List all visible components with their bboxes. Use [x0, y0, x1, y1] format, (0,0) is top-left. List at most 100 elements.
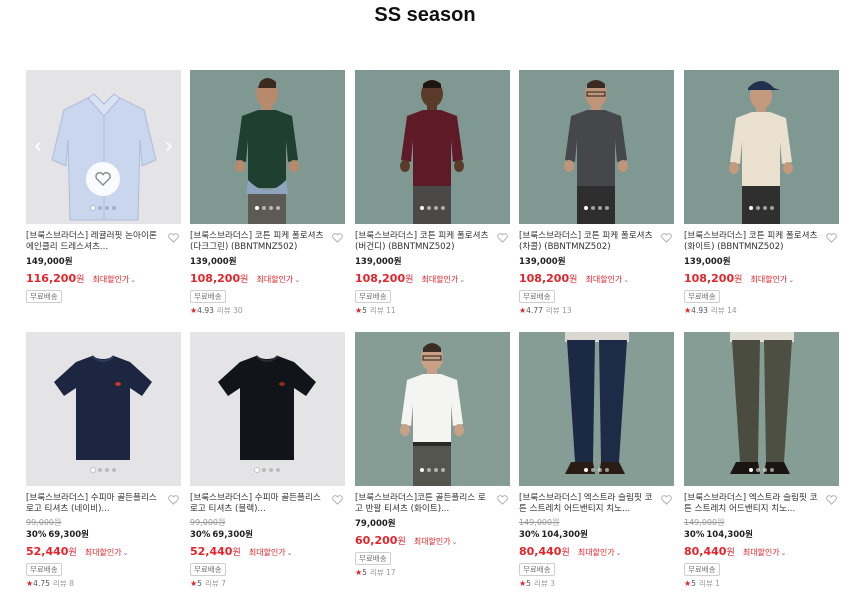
rating-value: 5	[197, 579, 202, 588]
free-shipping-badge: 무료배송	[684, 290, 720, 303]
next-arrow-icon[interactable]: ›	[161, 136, 177, 158]
review-label: 리뷰	[545, 306, 560, 315]
heart-icon[interactable]	[661, 233, 672, 243]
product-name[interactable]: [브룩스브라더스] 수피마 골든플리스 로고 티셔츠 (블랙)...	[190, 493, 328, 515]
review-count: 14	[727, 306, 737, 315]
product-price: 69,300원	[212, 530, 253, 540]
max-discount-label: 최대할인가	[421, 275, 459, 284]
review-label: 리뷰	[52, 579, 67, 588]
won-unit: 원	[405, 275, 414, 285]
chevron-down-icon[interactable]: ⌄	[781, 549, 787, 557]
rating: ★5 리뷰 3	[519, 579, 674, 589]
review-count: 8	[69, 579, 74, 588]
product-row: ‹ › [브룩스브라더스] 레귤러핏 논아이론 에인클리 드레스셔츠... 14…	[26, 70, 841, 332]
chevron-down-icon[interactable]: ⌄	[623, 276, 629, 284]
original-price: 149,000원	[684, 518, 725, 527]
free-shipping-badge: 무료배송	[190, 563, 226, 576]
heart-icon[interactable]	[497, 495, 508, 505]
image-pagination-dots	[355, 206, 510, 210]
product-name[interactable]: [브룩스브라더스] 수피마 골든플리스 로고 티셔츠 (네이비)...	[26, 493, 164, 515]
chevron-down-icon[interactable]: ⌄	[788, 276, 794, 284]
heart-icon[interactable]	[826, 233, 837, 243]
product-card[interactable]: [브룩스브라더스] 엑스트라 슬림핏 코튼 스트레치 어드밴티지 치노... 1…	[684, 332, 839, 592]
rating: ★5 리뷰 1	[684, 579, 839, 589]
product-price: 104,300원	[541, 530, 588, 540]
chevron-down-icon[interactable]: ⌄	[287, 549, 293, 557]
product-name[interactable]: [브룩스브라더스] 코튼 피케 폴로셔츠 (버건디) (BBNTMNZ502)	[355, 231, 493, 253]
won-unit: 원	[76, 275, 85, 285]
product-name[interactable]: [브룩스브라더스] 코튼 피케 폴로셔츠 (차콜) (BBNTMNZ502)	[519, 231, 657, 253]
product-name[interactable]: [브룩스브라더스] 엑스트라 슬림핏 코튼 스트레치 어드밴티지 치노...	[684, 493, 822, 515]
product-image[interactable]	[355, 332, 510, 486]
max-discount-label: 최대할인가	[84, 548, 122, 557]
rating-value: 5	[691, 579, 696, 588]
free-shipping-badge: 무료배송	[355, 552, 391, 565]
product-card[interactable]: [브룩스브라더스] 코튼 피케 폴로셔츠 (다크그린) (BBNTMNZ502)…	[190, 70, 345, 330]
product-image[interactable]: ‹ ›	[26, 70, 181, 224]
product-image[interactable]	[26, 332, 181, 486]
review-count: 7	[221, 579, 226, 588]
chevron-down-icon[interactable]: ⌄	[452, 538, 458, 546]
free-shipping-badge: 무료배송	[355, 290, 391, 303]
product-name[interactable]: [브룩스브라더스] 엑스트라 슬림핏 코튼 스트레치 어드밴티지 치노...	[519, 493, 657, 515]
won-unit: 원	[726, 548, 735, 558]
free-shipping-badge: 무료배송	[684, 563, 720, 576]
product-price: 139,000원	[684, 257, 731, 267]
heart-icon[interactable]	[826, 495, 837, 505]
product-price: 139,000원	[355, 257, 402, 267]
heart-icon[interactable]	[661, 495, 672, 505]
image-pagination-dots	[355, 468, 510, 472]
image-pagination-dots	[26, 468, 181, 472]
image-pagination-dots	[684, 206, 839, 210]
chevron-down-icon[interactable]: ⌄	[130, 276, 136, 284]
product-card[interactable]: [브룩스브라더스] 코튼 피케 폴로셔츠 (버건디) (BBNTMNZ502) …	[355, 70, 510, 330]
product-image[interactable]	[519, 70, 674, 224]
heart-icon[interactable]	[332, 495, 343, 505]
chevron-down-icon[interactable]: ⌄	[294, 276, 300, 284]
product-card[interactable]: [브룩스브라더스] 코튼 피케 폴로셔츠 (차콜) (BBNTMNZ502) 1…	[519, 70, 674, 330]
product-name[interactable]: [브룩스브라더스]코튼 골든플리스 로고 반팔 티셔츠 (화이트)...	[355, 493, 493, 515]
product-image[interactable]	[355, 70, 510, 224]
product-image[interactable]	[684, 70, 839, 224]
prev-arrow-icon[interactable]: ‹	[30, 136, 46, 158]
free-shipping-badge: 무료배송	[26, 290, 62, 303]
discount-rate: 30%	[190, 530, 211, 540]
heart-icon[interactable]	[168, 495, 179, 505]
product-card[interactable]: [브룩스브라더스] 엑스트라 슬림핏 코튼 스트레치 어드밴티지 치노... 1…	[519, 332, 674, 592]
product-name[interactable]: [브룩스브라더스] 코튼 피케 폴로셔츠 (화이트) (BBNTMNZ502)	[684, 231, 822, 253]
product-name[interactable]: [브룩스브라더스] 레귤러핏 논아이론 에인클리 드레스셔츠...	[26, 231, 164, 253]
chevron-down-icon[interactable]: ⌄	[123, 549, 129, 557]
rating-value: 5	[526, 579, 531, 588]
product-image[interactable]	[190, 70, 345, 224]
chevron-down-icon[interactable]: ⌄	[616, 549, 622, 557]
heart-icon[interactable]	[168, 233, 179, 243]
product-card[interactable]: ‹ › [브룩스브라더스] 레귤러핏 논아이론 에인클리 드레스셔츠... 14…	[26, 70, 181, 330]
free-shipping-badge: 무료배송	[519, 563, 555, 576]
original-price: 99,000원	[26, 518, 62, 527]
won-unit: 원	[397, 537, 406, 547]
product-name[interactable]: [브룩스브라더스] 코튼 피케 폴로셔츠 (다크그린) (BBNTMNZ502)	[190, 231, 328, 253]
product-image[interactable]	[684, 332, 839, 486]
review-label: 리뷰	[698, 579, 713, 588]
review-count: 1	[715, 579, 720, 588]
rating-value: 4.93	[197, 306, 214, 315]
original-price: 149,000원	[519, 518, 560, 527]
wishlist-heart-icon[interactable]	[86, 162, 120, 196]
product-card[interactable]: [브룩스브라더스] 코튼 피케 폴로셔츠 (화이트) (BBNTMNZ502) …	[684, 70, 839, 330]
heart-icon[interactable]	[497, 233, 508, 243]
product-image[interactable]	[519, 332, 674, 486]
chevron-down-icon[interactable]: ⌄	[459, 276, 465, 284]
review-label: 리뷰	[710, 306, 725, 315]
product-card[interactable]: [브룩스브라더스] 수피마 골든플리스 로고 티셔츠 (네이비)... 99,0…	[26, 332, 181, 592]
product-image[interactable]	[190, 332, 345, 486]
product-price: 149,000원	[26, 257, 73, 267]
image-pagination-dots	[519, 468, 674, 472]
max-discount-label: 최대할인가	[585, 275, 623, 284]
product-price: 79,000원	[355, 519, 396, 529]
review-label: 리뷰	[204, 579, 219, 588]
rating: ★4.93 리뷰 30	[190, 306, 345, 316]
product-card[interactable]: [브룩스브라더스]코튼 골든플리스 로고 반팔 티셔츠 (화이트)... 79,…	[355, 332, 510, 592]
heart-icon[interactable]	[332, 233, 343, 243]
product-card[interactable]: [브룩스브라더스] 수피마 골든플리스 로고 티셔츠 (블랙)... 99,00…	[190, 332, 345, 592]
review-count: 17	[386, 568, 396, 577]
